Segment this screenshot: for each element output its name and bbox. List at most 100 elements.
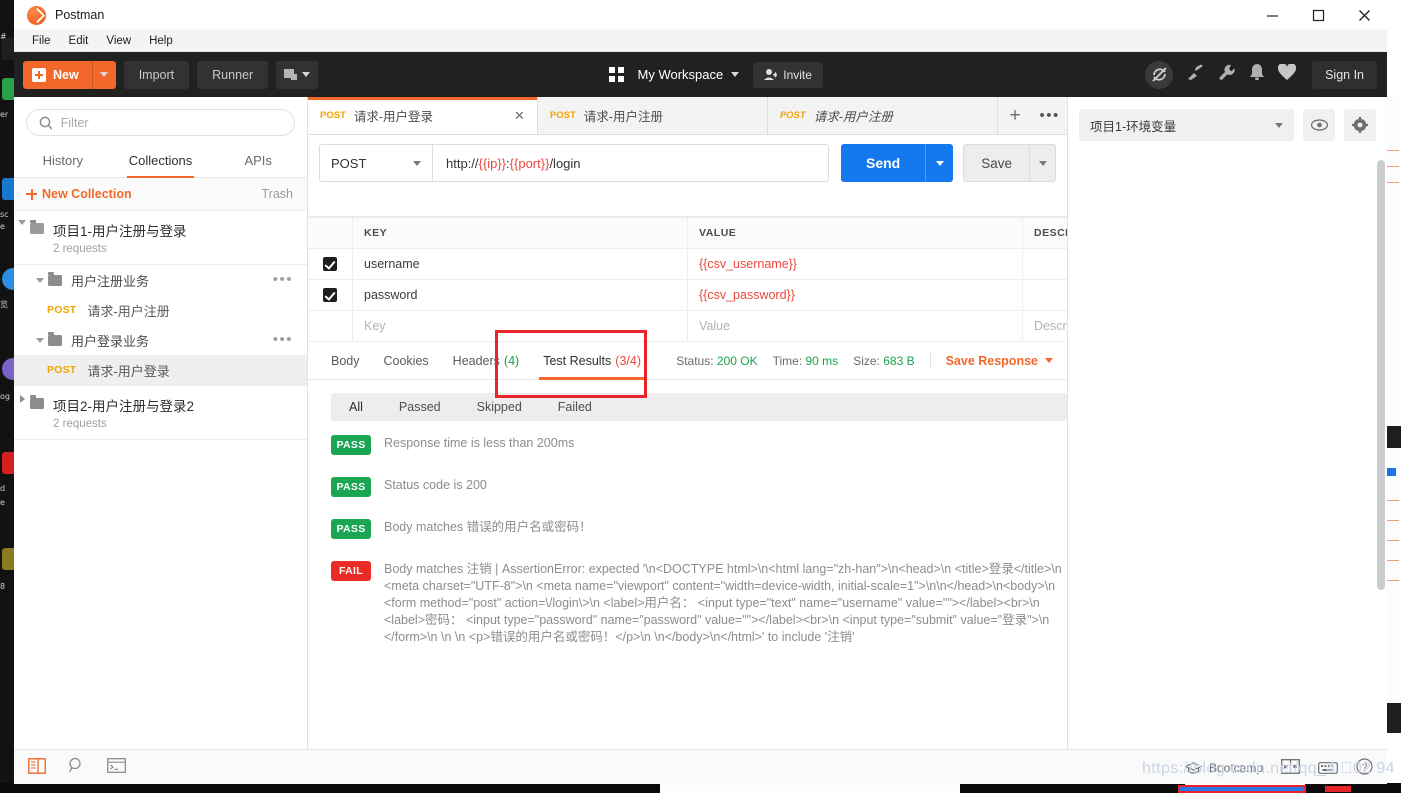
send-label: Send bbox=[865, 155, 901, 171]
menu-edit[interactable]: Edit bbox=[60, 31, 98, 52]
request-item[interactable]: POST 请求-用户注册 bbox=[14, 295, 307, 325]
tab-name: 请求-用户注册 bbox=[583, 110, 663, 124]
response-tab-body[interactable]: Body bbox=[319, 342, 372, 380]
new-collection-button[interactable]: New Collection bbox=[26, 187, 132, 201]
heart-icon[interactable] bbox=[1278, 62, 1297, 86]
save-button[interactable]: Save bbox=[963, 144, 1056, 182]
row-description[interactable] bbox=[1023, 249, 1067, 279]
row-checkbox-cell[interactable] bbox=[308, 249, 353, 279]
menu-file[interactable]: File bbox=[23, 31, 60, 52]
table-row[interactable]: username {{csv_username}} bbox=[308, 249, 1067, 280]
invite-button[interactable]: Invite bbox=[753, 61, 823, 88]
satellite-icon[interactable] bbox=[1186, 63, 1205, 86]
row-key[interactable]: password bbox=[353, 280, 688, 310]
response-tab-cookies[interactable]: Cookies bbox=[372, 342, 441, 380]
sidebar-tab-apis[interactable]: APIs bbox=[209, 145, 307, 177]
status-label: Status: bbox=[676, 353, 714, 368]
divider bbox=[929, 352, 931, 369]
collection-item[interactable]: 项目1-用户注册与登录 2 requests bbox=[14, 211, 307, 265]
folder-item[interactable]: 用户注册业务 ••• bbox=[14, 265, 307, 295]
environment-select[interactable]: 项目1-环境变量 bbox=[1079, 109, 1294, 141]
row-value-cell[interactable]: {{csv_password}} bbox=[688, 280, 1023, 310]
collection-item[interactable]: 项目2-用户注册与登录2 2 requests bbox=[14, 385, 307, 440]
response-tab-test-results[interactable]: Test Results (3/4) bbox=[531, 342, 653, 380]
filter-input[interactable] bbox=[60, 115, 282, 130]
new-dropdown-button[interactable] bbox=[91, 60, 116, 89]
save-response-button[interactable]: Save Response bbox=[946, 354, 1053, 368]
pill-all[interactable]: All bbox=[331, 393, 381, 421]
tab-close-icon[interactable]: ✕ bbox=[514, 108, 525, 124]
expand-toggle[interactable] bbox=[32, 277, 48, 283]
pill-passed[interactable]: Passed bbox=[381, 393, 459, 421]
sign-in-button[interactable]: Sign In bbox=[1312, 60, 1377, 89]
row-description[interactable] bbox=[1023, 280, 1067, 310]
response-tab-headers[interactable]: Headers (4) bbox=[441, 342, 532, 380]
folder-actions-button[interactable]: ••• bbox=[273, 272, 293, 287]
maximize-button[interactable] bbox=[1295, 0, 1341, 31]
table-row[interactable]: password {{csv_password}} bbox=[308, 280, 1067, 311]
test-filter-pills: All Passed Skipped Failed bbox=[331, 393, 1067, 421]
table-empty-row[interactable]: Key Value Description bbox=[308, 311, 1097, 342]
header-checkbox-cell bbox=[308, 218, 353, 248]
chevron-down-icon bbox=[1038, 160, 1047, 166]
folder-actions-button[interactable]: ••• bbox=[273, 332, 293, 347]
environment-quick-look-button[interactable] bbox=[1303, 109, 1335, 141]
pill-skipped[interactable]: Skipped bbox=[459, 393, 540, 421]
workspace-name: My Workspace bbox=[637, 67, 724, 82]
menu-view[interactable]: View bbox=[97, 31, 140, 52]
size-value: 683 B bbox=[883, 353, 915, 368]
row-checkbox[interactable] bbox=[323, 257, 337, 271]
save-dropdown-button[interactable] bbox=[1029, 145, 1055, 181]
sidebar-toggle-icon[interactable] bbox=[28, 757, 46, 779]
method-select[interactable]: POST bbox=[319, 144, 432, 182]
close-button[interactable] bbox=[1341, 0, 1387, 31]
empty-value-placeholder[interactable]: Value bbox=[688, 311, 1023, 341]
minimize-button[interactable] bbox=[1249, 0, 1295, 31]
sidebar-tab-history[interactable]: History bbox=[14, 145, 112, 177]
chevron-down-icon bbox=[413, 160, 421, 166]
request-tab-0[interactable]: POST 请求-用户登录 ✕ bbox=[308, 97, 538, 134]
workspace-selector[interactable]: My Workspace Invite bbox=[609, 61, 823, 88]
expand-toggle[interactable] bbox=[14, 220, 30, 225]
wrench-icon[interactable] bbox=[1218, 63, 1236, 86]
row-checkbox[interactable] bbox=[323, 288, 337, 302]
folder-item[interactable]: 用户登录业务 ••• bbox=[14, 325, 307, 355]
row-checkbox-cell bbox=[308, 311, 353, 341]
request-tab-1[interactable]: POST 请求-用户注册 bbox=[537, 97, 768, 134]
main-scrollbar[interactable] bbox=[1377, 160, 1385, 590]
row-key[interactable]: username bbox=[353, 249, 688, 279]
trash-button[interactable]: Trash bbox=[262, 187, 294, 201]
pill-failed[interactable]: Failed bbox=[540, 393, 610, 421]
request-item-selected[interactable]: POST 请求-用户登录 bbox=[14, 355, 307, 385]
tab-options-button[interactable]: ••• bbox=[1032, 97, 1067, 134]
runner-button[interactable]: Runner bbox=[197, 60, 269, 89]
empty-description-placeholder[interactable]: Description bbox=[1023, 311, 1097, 341]
new-button[interactable]: New bbox=[23, 60, 116, 89]
menu-help[interactable]: Help bbox=[140, 31, 182, 52]
import-button[interactable]: Import bbox=[123, 60, 190, 89]
filter-box[interactable] bbox=[26, 109, 295, 136]
row-value: {{csv_username}} bbox=[699, 257, 797, 271]
chevron-down-icon bbox=[36, 277, 44, 283]
sync-off-icon[interactable] bbox=[1145, 60, 1174, 89]
row-value-cell[interactable]: {{csv_username}} bbox=[688, 249, 1023, 279]
send-dropdown-button[interactable] bbox=[925, 144, 953, 182]
search-icon[interactable] bbox=[68, 757, 85, 779]
row-checkbox-cell[interactable] bbox=[308, 280, 353, 310]
url-input[interactable]: http://{{ip}}: {{port}}/login bbox=[432, 144, 829, 182]
bell-icon[interactable] bbox=[1249, 63, 1265, 86]
test-results-list: PASS Response time is less than 200ms PA… bbox=[308, 421, 1067, 646]
expand-toggle[interactable] bbox=[14, 395, 30, 403]
expand-toggle[interactable] bbox=[32, 337, 48, 343]
console-icon[interactable] bbox=[107, 758, 126, 778]
new-tab-button[interactable]: + bbox=[998, 97, 1033, 134]
request-tab-2[interactable]: POST 请求-用户注册 bbox=[767, 97, 998, 134]
sidebar-tab-collections[interactable]: Collections bbox=[112, 145, 210, 178]
environment-settings-button[interactable] bbox=[1344, 109, 1376, 141]
send-button[interactable]: Send bbox=[840, 144, 954, 182]
eye-icon bbox=[1310, 119, 1328, 131]
new-window-button[interactable] bbox=[276, 60, 319, 89]
collections-tree: 项目1-用户注册与登录 2 requests 用户注册业务 ••• POST 请… bbox=[14, 211, 307, 749]
empty-key-placeholder[interactable]: Key bbox=[353, 311, 688, 341]
toolbar-right-icons: Sign In bbox=[1145, 60, 1377, 89]
